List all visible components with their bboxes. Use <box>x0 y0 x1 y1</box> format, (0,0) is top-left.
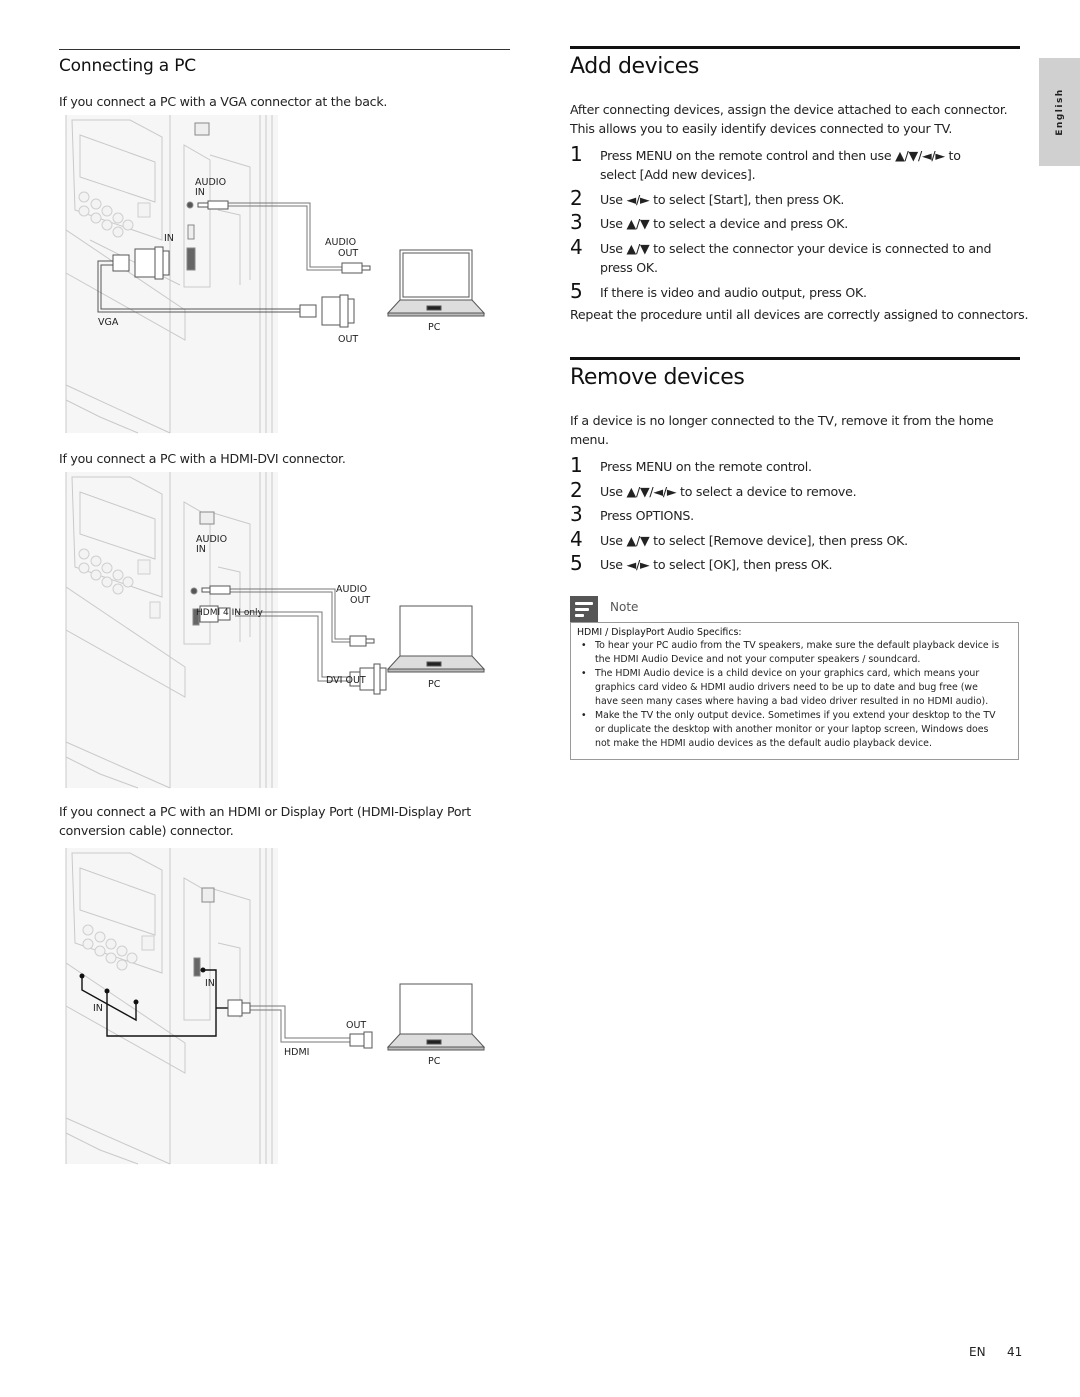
hdmi-displayport-connection-diagram: IN IN OUT HDMI PC <box>65 848 486 1165</box>
label-audio-out-2: OUT <box>350 595 370 606</box>
note-bullet-line: graphics card video & HDMI audio drivers… <box>595 682 978 693</box>
step-text: select [Add new devices]. <box>600 167 756 182</box>
label-in-right: IN <box>205 978 215 989</box>
step-text: Use ◄/► to select [Start], then press OK… <box>600 192 845 207</box>
vga-connection-diagram: AUDIO IN IN AUDIO OUT VGA OUT PC <box>65 115 486 434</box>
vga-caption: If you connect a PC with a VGA connector… <box>59 94 388 109</box>
remove-devices-rule <box>570 357 1020 360</box>
note-label: Note <box>610 600 639 614</box>
hdmi-dvi-caption: If you connect a PC with a HDMI-DVI conn… <box>59 451 346 466</box>
step-number: 2 <box>570 186 583 210</box>
audio-plug-out <box>349 635 375 647</box>
label-pc: PC <box>428 679 441 690</box>
language-tab-label: English <box>1054 88 1065 136</box>
step-number: 2 <box>570 478 583 502</box>
section-title: Connecting a PC <box>59 56 196 76</box>
tv-back-panel <box>65 472 278 789</box>
step-text: Use ▲/▼ to select the connector your dev… <box>600 241 992 256</box>
hdmi-dp-caption-line2: conversion cable) connector. <box>59 823 234 838</box>
step-number: 3 <box>570 502 583 526</box>
note-bullets: To hear your PC audio from the TV speake… <box>577 639 1012 751</box>
note-bullet-line: Make the TV the only output device. Some… <box>595 710 996 721</box>
hdmi-dp-caption-line1: If you connect a PC with an HDMI or Disp… <box>59 804 471 819</box>
label-vga-in: IN <box>164 233 174 244</box>
hdmi-plug-out <box>349 1031 373 1049</box>
label-out: OUT <box>338 334 358 345</box>
language-tab: English <box>1039 58 1080 166</box>
note-icon <box>570 596 598 622</box>
remove-devices-title: Remove devices <box>570 365 745 390</box>
note-bullet: The HDMI Audio device is a child device … <box>577 667 1012 709</box>
step-number: 1 <box>570 453 583 477</box>
page-number: 41 <box>1007 1345 1023 1359</box>
step-text: Use ◄/► to select [OK], then press OK. <box>600 557 833 572</box>
note-bullet-line: To hear your PC audio from the TV speake… <box>595 640 1000 651</box>
step-number: 1 <box>570 142 583 166</box>
note-bullet-line: the HDMI Audio Device and not your compu… <box>595 654 921 665</box>
laptop-icon <box>386 983 486 1051</box>
step-text: Press OPTIONS. <box>600 508 694 523</box>
label-in-left: IN <box>93 1003 103 1014</box>
label-dvi-out: DVI OUT <box>326 675 366 686</box>
step-number: 3 <box>570 210 583 234</box>
label-pc: PC <box>428 322 441 333</box>
add-devices-title: Add devices <box>570 54 699 79</box>
hdmi-dvi-connection-diagram: AUDIO IN AUDIO OUT HDMI 4 IN only DVI OU… <box>65 472 486 789</box>
step-text: If there is video and audio output, pres… <box>600 285 867 300</box>
add-devices-intro-line1: After connecting devices, assign the dev… <box>570 102 1008 117</box>
vga-plug-out <box>299 294 355 328</box>
add-devices-intro-line2: This allows you to easily identify devic… <box>570 121 953 136</box>
note-bullet-line: The HDMI Audio device is a child device … <box>595 668 980 679</box>
step-number: 5 <box>570 279 583 303</box>
note-bullet: Make the TV the only output device. Some… <box>577 709 1012 751</box>
add-devices-rule <box>570 46 1020 49</box>
note-bullet-line: or duplicate the desktop with another mo… <box>595 724 989 735</box>
footer-language: EN <box>969 1345 986 1359</box>
step-number: 4 <box>570 235 583 259</box>
label-vga: VGA <box>98 317 119 328</box>
step-text: Press MENU on the remote control and the… <box>600 148 961 163</box>
remove-devices-intro-line2: menu. <box>570 432 609 447</box>
laptop-icon <box>386 249 486 317</box>
label-audio-out: AUDIO <box>336 584 367 595</box>
note-bullet: To hear your PC audio from the TV speake… <box>577 639 1012 667</box>
laptop-icon <box>386 605 486 673</box>
label-hdmi: HDMI <box>284 1047 309 1058</box>
step-text: Use ▲/▼ to select [Remove device], then … <box>600 533 908 548</box>
label-audio-out-2: OUT <box>338 248 358 259</box>
label-audio-in-2: IN <box>196 544 206 555</box>
note-bullet-line: not make the HDMI audio devices as the d… <box>595 738 932 749</box>
add-devices-outro: Repeat the procedure until all devices a… <box>570 307 1029 322</box>
audio-plug-out <box>341 262 371 274</box>
note-box: HDMI / DisplayPort Audio Specifics: To h… <box>570 622 1019 760</box>
note-bullet-line: have seen many cases where having a bad … <box>595 696 989 707</box>
label-audio-out: AUDIO <box>325 237 356 248</box>
label-pc: PC <box>428 1056 441 1067</box>
label-hdmi4: HDMI 4 IN only <box>196 608 264 618</box>
step-text: Use ▲/▼ to select a device and press OK. <box>600 216 848 231</box>
section-rule <box>59 49 510 50</box>
label-audio-in-2: IN <box>195 187 205 198</box>
step-text: press OK. <box>600 260 658 275</box>
step-text: Use ▲/▼/◄/► to select a device to remove… <box>600 484 857 499</box>
step-number: 4 <box>570 527 583 551</box>
step-text: Press MENU on the remote control. <box>600 459 812 474</box>
label-out: OUT <box>346 1020 366 1031</box>
remove-devices-intro-line1: If a device is no longer connected to th… <box>570 413 994 428</box>
step-number: 5 <box>570 551 583 575</box>
note-title: HDMI / DisplayPort Audio Specifics: <box>577 627 742 638</box>
